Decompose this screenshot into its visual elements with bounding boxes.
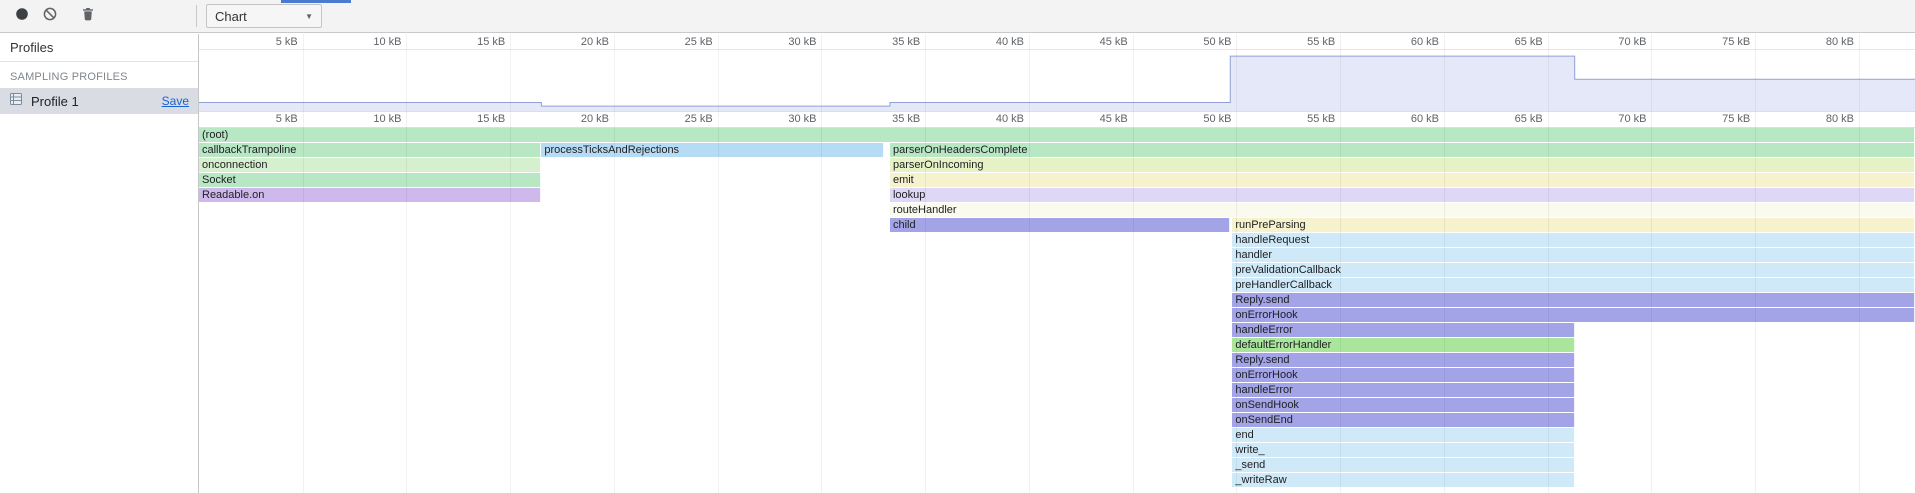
delete-profile-button[interactable]	[74, 2, 102, 30]
flame-bar[interactable]: handleError	[1232, 323, 1574, 337]
flame-bar[interactable]: onconnection	[199, 158, 541, 172]
axis-tick-label: 10 kB	[341, 113, 401, 125]
axis-tick-label: 75 kB	[1690, 36, 1750, 48]
axis-tick-label: 30 kB	[756, 113, 816, 125]
flame-bar[interactable]: onSendEnd	[1232, 413, 1574, 427]
flame-bar[interactable]: parserOnIncoming	[890, 158, 1915, 172]
record-button[interactable]	[8, 2, 36, 30]
axis-tick-label: 60 kB	[1379, 113, 1439, 125]
axis-tick-label: 80 kB	[1794, 113, 1854, 125]
flame-bar[interactable]: onErrorHook	[1232, 308, 1915, 322]
sampling-profiles-section-label: SAMPLING PROFILES	[0, 62, 198, 88]
axis-tick-label: 75 kB	[1690, 113, 1750, 125]
axis-tick-label: 25 kB	[653, 36, 713, 48]
flame-bar[interactable]: Reply.send	[1232, 353, 1574, 367]
record-icon	[14, 6, 30, 27]
flame-bar[interactable]: handleError	[1232, 383, 1574, 397]
flame-bar[interactable]: onSendHook	[1232, 398, 1574, 412]
flame-bar[interactable]: Reply.send	[1232, 293, 1915, 307]
axis-tick-label: 70 kB	[1586, 36, 1646, 48]
flame-bar[interactable]: write_	[1232, 443, 1574, 457]
axis-tick-label: 20 kB	[549, 36, 609, 48]
axis-tick-label: 70 kB	[1586, 113, 1646, 125]
flame-bar[interactable]: Socket	[199, 173, 541, 187]
flame-bar[interactable]: emit	[890, 173, 1915, 187]
flame-rows: (root)callbackTrampolineprocessTicksAndR…	[199, 128, 1915, 493]
axis-tick-label: 35 kB	[860, 36, 920, 48]
flame-bar[interactable]: lookup	[890, 188, 1915, 202]
axis-tick-label: 15 kB	[445, 36, 505, 48]
flame-bar[interactable]: child	[890, 218, 1230, 232]
overview-ruler: 5 kB 10 kB 15 kB 20 kB 25 kB 30 kB 35 kB 40 kB 4…	[199, 34, 1915, 49]
axis-tick-label: 25 kB	[653, 113, 713, 125]
flame-bar[interactable]: _send	[1232, 458, 1574, 472]
axis-tick-label: 30 kB	[756, 36, 816, 48]
chevron-down-icon: ▼	[305, 12, 313, 21]
profiles-sidebar: Profiles SAMPLING PROFILES Profile 1 Sav…	[0, 34, 199, 493]
flame-bar[interactable]: preValidationCallback	[1232, 263, 1915, 277]
toolbar-separator	[196, 5, 197, 27]
flame-ruler: 5 kB 10 kB 15 kB 20 kB 25 kB 30 kB 35 kB 40 kB 4…	[199, 111, 1915, 128]
axis-tick-label: 35 kB	[860, 113, 920, 125]
axis-tick-label: 55 kB	[1275, 36, 1335, 48]
save-profile-link[interactable]: Save	[162, 94, 189, 108]
axis-tick-label: 5 kB	[238, 36, 298, 48]
trash-icon	[80, 6, 96, 27]
profile-icon	[8, 91, 24, 112]
flame-bar[interactable]: handleRequest	[1232, 233, 1915, 247]
flame-bar[interactable]: _writeRaw	[1232, 473, 1574, 487]
flame-chart-panel: 5 kB 10 kB 15 kB 20 kB 25 kB 30 kB 35 kB 40 kB 4…	[199, 34, 1915, 493]
profile-name: Profile 1	[31, 94, 155, 109]
flame-bar[interactable]: onErrorHook	[1232, 368, 1574, 382]
flame-bar[interactable]: processTicksAndRejections	[541, 143, 883, 157]
flame-bar[interactable]: runPreParsing	[1232, 218, 1915, 232]
flame-bar[interactable]: parserOnHeadersComplete	[890, 143, 1915, 157]
axis-tick-label: 80 kB	[1794, 36, 1854, 48]
flame-bar[interactable]: end	[1232, 428, 1574, 442]
flame-bar[interactable]: Readable.on	[199, 188, 541, 202]
axis-tick-label: 55 kB	[1275, 113, 1335, 125]
axis-tick-label: 45 kB	[1068, 36, 1128, 48]
block-icon	[42, 6, 58, 27]
flame-bar[interactable]: defaultErrorHandler	[1232, 338, 1574, 352]
view-mode-value: Chart	[215, 9, 247, 24]
flame-bar[interactable]: preHandlerCallback	[1232, 278, 1915, 292]
axis-tick-label: 40 kB	[964, 36, 1024, 48]
flame-bar[interactable]: callbackTrampoline	[199, 143, 541, 157]
axis-tick-label: 40 kB	[964, 113, 1024, 125]
memory-overview-chart[interactable]	[199, 49, 1915, 112]
flame-bar[interactable]: (root)	[199, 128, 1915, 142]
axis-tick-label: 65 kB	[1483, 36, 1543, 48]
active-tab-indicator	[281, 0, 351, 3]
profile-item[interactable]: Profile 1 Save	[0, 88, 198, 114]
toolbar: Chart ▼	[0, 0, 1915, 33]
axis-tick-label: 45 kB	[1068, 113, 1128, 125]
axis-tick-label: 10 kB	[341, 36, 401, 48]
axis-tick-label: 20 kB	[549, 113, 609, 125]
flame-bar[interactable]: handler	[1232, 248, 1915, 262]
axis-tick-label: 65 kB	[1483, 113, 1543, 125]
sidebar-title: Profiles	[0, 34, 198, 62]
axis-tick-label: 50 kB	[1171, 36, 1231, 48]
view-mode-select[interactable]: Chart ▼	[206, 4, 322, 28]
axis-tick-label: 15 kB	[445, 113, 505, 125]
axis-tick-label: 60 kB	[1379, 36, 1439, 48]
flame-bar[interactable]: routeHandler	[890, 203, 1915, 217]
clear-button[interactable]	[36, 2, 64, 30]
axis-tick-label: 5 kB	[238, 113, 298, 125]
axis-tick-label: 50 kB	[1171, 113, 1231, 125]
